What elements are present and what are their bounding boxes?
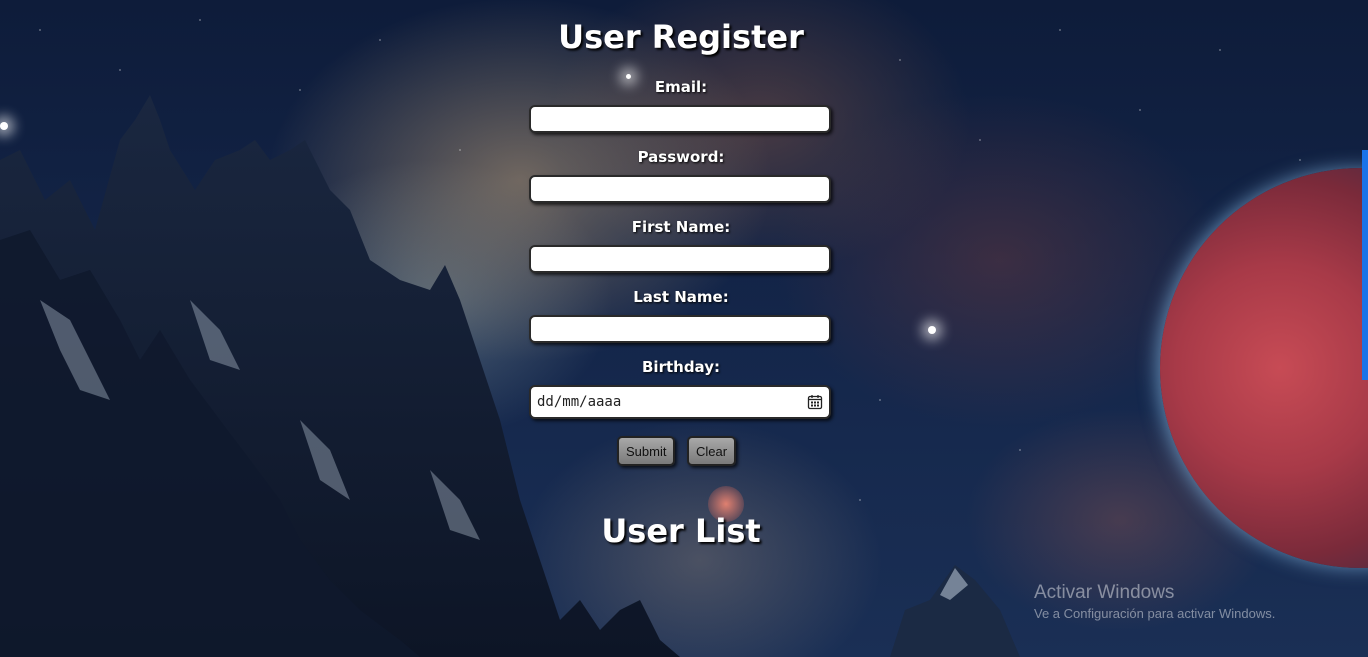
register-title: User Register	[558, 18, 804, 56]
first-name-label: First Name:	[631, 218, 731, 236]
birthday-field[interactable]: dd/mm/aaaa	[529, 385, 831, 419]
last-name-field[interactable]	[529, 315, 831, 343]
birthday-label: Birthday:	[642, 358, 720, 376]
calendar-icon[interactable]	[807, 394, 823, 410]
window-edge-strip	[1362, 150, 1368, 380]
birthday-placeholder: dd/mm/aaaa	[537, 394, 622, 410]
email-label: Email:	[654, 78, 708, 96]
watermark-subtitle: Ve a Configuración para activar Windows.	[1034, 606, 1276, 621]
windows-activation-watermark: Activar Windows Ve a Configuración para …	[1034, 582, 1275, 621]
clear-button[interactable]: Clear	[687, 436, 737, 466]
email-field[interactable]	[529, 105, 831, 133]
first-name-field[interactable]	[529, 245, 831, 273]
user-list-title: User List	[601, 512, 761, 550]
submit-button[interactable]: Submit	[617, 436, 676, 466]
last-name-label: Last Name:	[633, 288, 729, 306]
password-field[interactable]	[529, 175, 831, 203]
watermark-title: Activar Windows	[1034, 582, 1175, 603]
password-label: Password:	[637, 148, 725, 166]
